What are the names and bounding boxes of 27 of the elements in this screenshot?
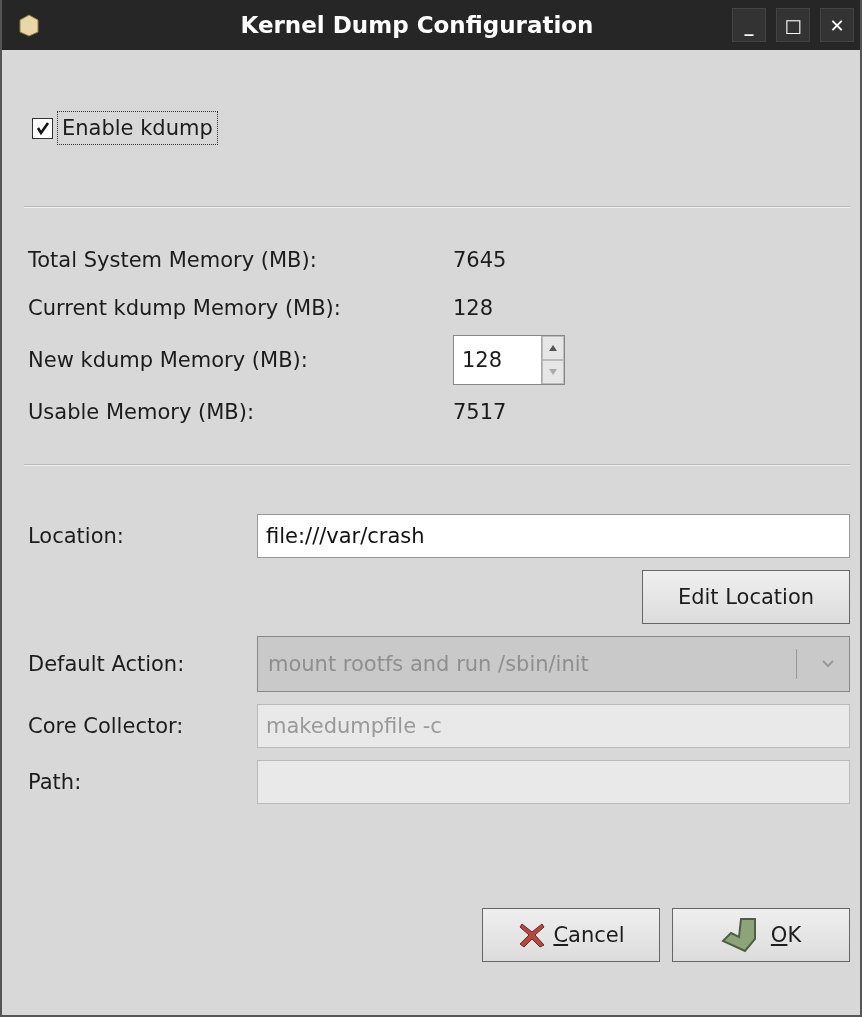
down-triangle-icon bbox=[549, 369, 557, 375]
setting-label: Core Collector: bbox=[28, 714, 185, 738]
package-icon bbox=[16, 12, 42, 38]
up-triangle-icon bbox=[549, 345, 557, 351]
memory-label: New kdump Memory (MB): bbox=[28, 348, 308, 372]
maximize-button[interactable]: □ bbox=[776, 8, 810, 42]
memory-label: Usable Memory (MB): bbox=[28, 400, 254, 424]
window-title: Kernel Dump Configuration bbox=[239, 12, 595, 38]
checkbox-label[interactable]: Enable kdump bbox=[57, 111, 218, 145]
memory-value: 7517 bbox=[453, 400, 507, 424]
memory-value: 128 bbox=[453, 296, 494, 320]
setting-label: Path: bbox=[28, 770, 83, 794]
close-button[interactable]: ✕ bbox=[820, 8, 854, 42]
location-label: Location: bbox=[28, 524, 125, 548]
minimize-button[interactable]: _ bbox=[732, 8, 766, 42]
memory-value: 7645 bbox=[453, 248, 507, 272]
memory-label: Total System Memory (MB): bbox=[28, 248, 317, 272]
setting-label: Default Action: bbox=[28, 652, 186, 676]
up-arrow-button[interactable] bbox=[542, 336, 564, 360]
checkmark-icon bbox=[35, 121, 50, 135]
ok-button[interactable]: OK bbox=[672, 908, 850, 962]
location-field[interactable]: file:///var/crash bbox=[257, 514, 850, 558]
cancel-button[interactable]: Cancel bbox=[482, 908, 660, 962]
memory-label: Current kdump Memory (MB): bbox=[28, 296, 341, 320]
checkbox[interactable] bbox=[32, 117, 53, 139]
edit-location-button[interactable]: Edit Location bbox=[642, 570, 850, 624]
spin-field[interactable]: 128 bbox=[453, 335, 565, 385]
